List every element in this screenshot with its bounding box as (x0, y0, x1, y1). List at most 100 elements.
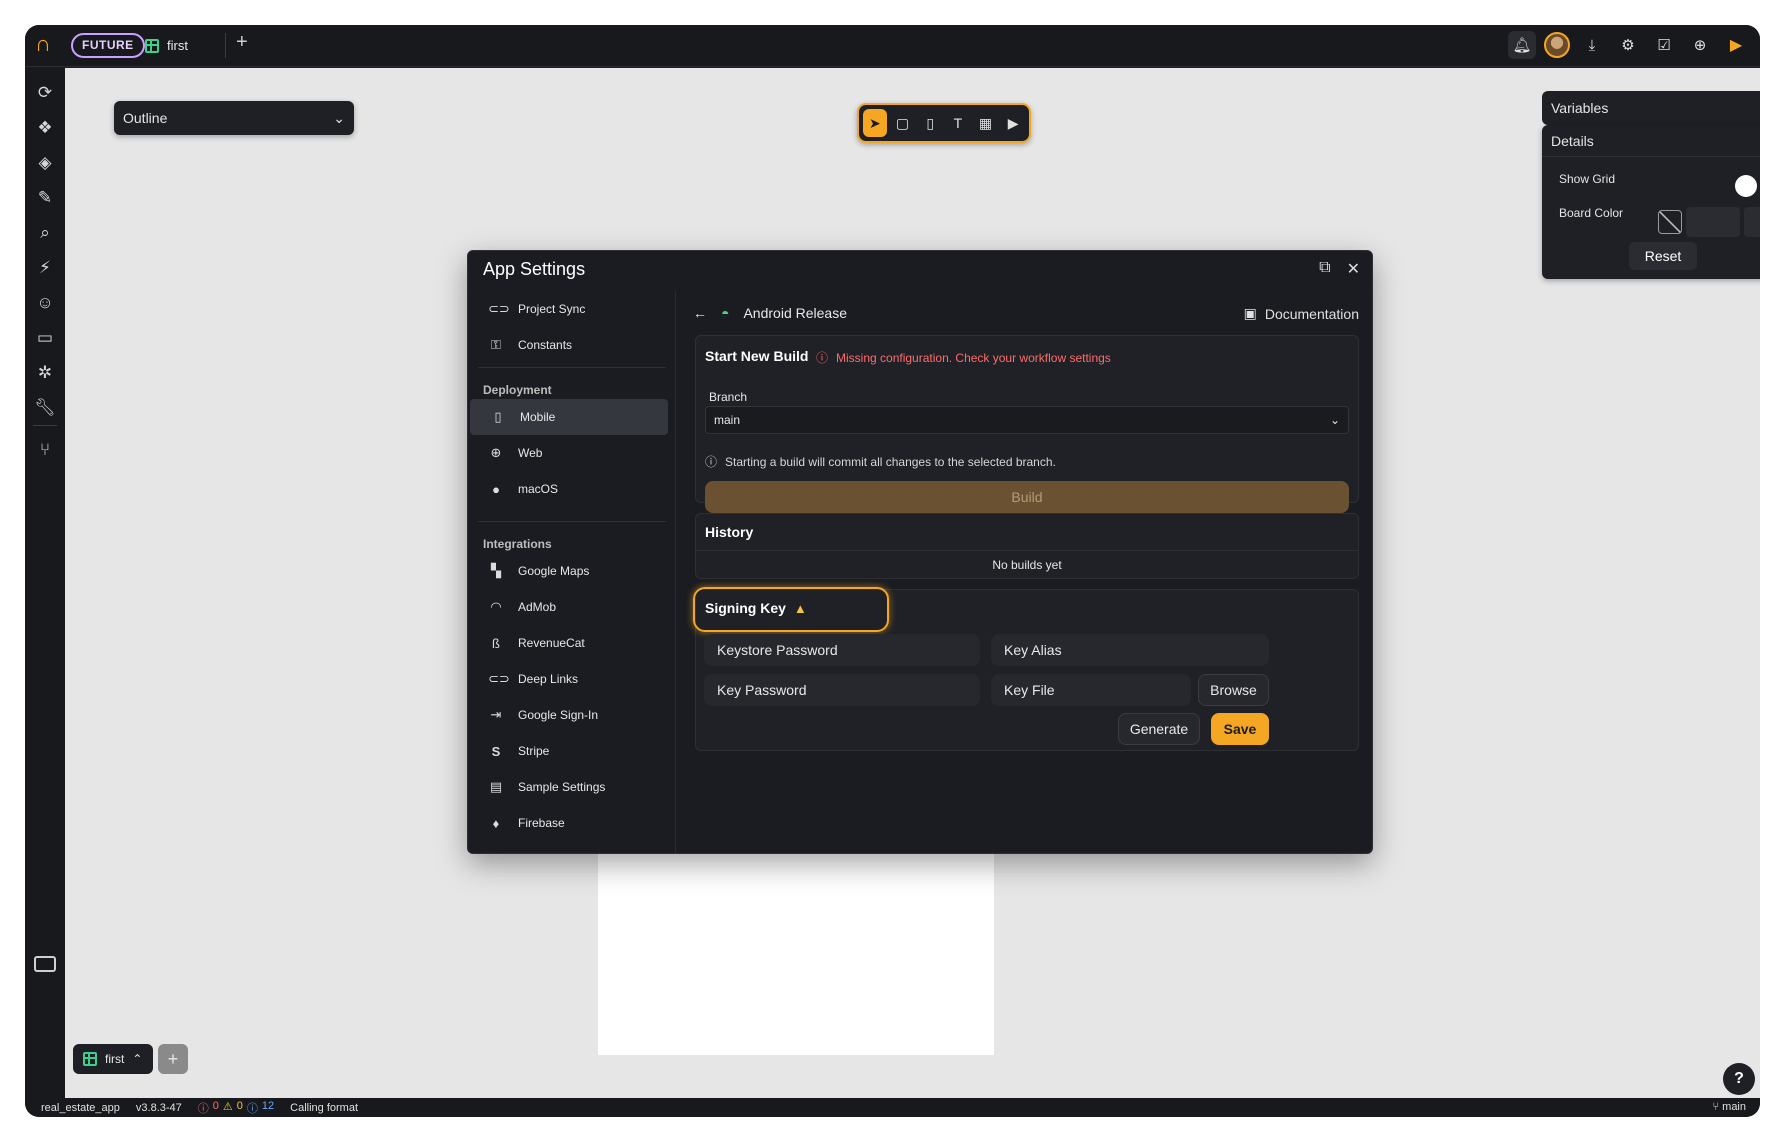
chevron-down-icon: ⌄ (1329, 413, 1340, 427)
build-button[interactable]: Build (705, 481, 1349, 513)
sidebar-item-project-sync[interactable]: ⊂⊃ Project Sync (468, 291, 668, 327)
app-window: ∩ FUTURE first + 🔔︎ ⤓ ⚙ ☑ ⊕ ▶ ⟳ ❖ ◈ ✎ ⌕ … (25, 25, 1760, 1117)
search-icon[interactable]: ⌕ (33, 221, 57, 245)
sidebar-item-admob[interactable]: ◠ AdMob (468, 589, 668, 625)
open-external-icon[interactable]: ⧉ (1319, 259, 1330, 279)
sidebar-item-mobile[interactable]: ▯ Mobile (470, 399, 668, 435)
section-integrations: Integrations (483, 537, 552, 551)
details-header[interactable]: Details ⌃ (1542, 125, 1760, 157)
link-icon: ⊂⊃ (488, 671, 510, 686)
close-icon[interactable]: ✕ (1347, 259, 1360, 279)
sidebar-item-google-sign-in[interactable]: ⇥ Google Sign-In (468, 697, 668, 733)
sidebar-item-revenuecat[interactable]: ß RevenueCat (468, 625, 668, 661)
folder-icon[interactable]: ▭ (33, 326, 57, 350)
git-branch-icon: ⑂ (1712, 1101, 1720, 1113)
canvas[interactable]: Outline ⌄ ➤ ▢ ▯ T ▦ ▶ Variables ⌄ Detail… (65, 68, 1760, 1098)
modal-title: App Settings (483, 259, 586, 279)
key-alias-field[interactable]: Key Alias (991, 634, 1269, 666)
theme-icon[interactable]: ◈ (33, 151, 57, 175)
key-password-field[interactable]: Key Password (704, 674, 980, 706)
frame-tool-icon[interactable]: ▢ (891, 109, 915, 137)
keyboard-icon[interactable] (34, 956, 56, 972)
reset-button[interactable]: Reset (1629, 242, 1697, 270)
pointer-tool-icon[interactable]: ➤ (863, 109, 887, 137)
play-tool-icon[interactable]: ▶ (1001, 109, 1025, 137)
branch-select[interactable]: main ⌄ (705, 406, 1349, 434)
signing-key-card: Signing Key ▲ Keystore Password Key Alia… (693, 587, 1359, 751)
components-icon[interactable]: ❖ (33, 116, 57, 140)
sidebar-item-web[interactable]: ⊕ Web (468, 435, 668, 471)
gear-icon[interactable]: ⚙ (1614, 31, 1642, 59)
outline-dropdown[interactable]: Outline ⌄ (114, 101, 354, 135)
firebase-icon: ♦ (492, 815, 500, 831)
book-icon: ▣ (1243, 305, 1257, 321)
refresh-icon[interactable]: ⟳ (33, 81, 57, 105)
app-logo-icon[interactable]: ∩ (35, 33, 55, 55)
sidebar-item-label: Web (518, 446, 543, 460)
diagnostics[interactable]: ⓘ 0 ⚠ 0 ⓘ 12 (198, 1100, 274, 1116)
top-icons: 🔔︎ ⤓ ⚙ ☑ ⊕ ▶ (1508, 31, 1750, 59)
chevron-down-icon: ⌄ (333, 109, 345, 126)
brush-icon[interactable]: ✎ (33, 186, 57, 210)
top-bar: ∩ FUTURE first + 🔔︎ ⤓ ⚙ ☑ ⊕ ▶ (25, 25, 1760, 67)
sidebar-item-macos[interactable]: ● macOS (468, 471, 668, 507)
future-badge[interactable]: FUTURE (71, 33, 145, 58)
bug-icon[interactable]: ✲ (33, 361, 57, 385)
history-card: History No builds yet (695, 513, 1359, 579)
show-grid-toggle[interactable] (1735, 175, 1757, 197)
sidebar-item-label: Constants (518, 338, 573, 352)
components-tool-icon[interactable]: ▦ (974, 109, 998, 137)
grid-icon (83, 1052, 97, 1066)
back-arrow-icon[interactable]: ← (693, 305, 707, 321)
sidebar-item-stripe[interactable]: S Stripe (468, 733, 668, 769)
info-count: 12 (261, 1099, 275, 1112)
check-icon[interactable]: ☑ (1650, 31, 1678, 59)
board-color-swatch[interactable] (1658, 210, 1682, 234)
add-page-button[interactable]: + (158, 1044, 188, 1074)
browse-button[interactable]: Browse (1198, 674, 1269, 706)
text-tool-icon[interactable]: T (946, 109, 970, 137)
avatar[interactable] (1544, 32, 1570, 58)
help-button[interactable]: ? (1723, 1063, 1755, 1095)
page-tab-first[interactable]: first ⌃ (73, 1044, 153, 1074)
chevron-up-icon: ⌃ (132, 1052, 143, 1066)
board-color-hex-input[interactable] (1686, 207, 1740, 237)
project-name: real_estate_app (41, 1101, 120, 1114)
settings-icon: ▤ (489, 779, 503, 794)
variables-dropdown[interactable]: Variables ⌄ (1542, 91, 1760, 125)
sidebar-item-label: AdMob (518, 600, 557, 614)
variables-label: Variables (1551, 100, 1609, 116)
canvas-toolbar: ➤ ▢ ▯ T ▦ ▶ (857, 103, 1031, 143)
device-tool-icon[interactable]: ▯ (918, 109, 942, 137)
save-button[interactable]: Save (1211, 713, 1269, 745)
keystore-password-field[interactable]: Keystore Password (704, 634, 980, 666)
sidebar-item-google-maps[interactable]: ▚ Google Maps (468, 553, 668, 589)
tab-separator (225, 33, 226, 58)
board-color-opacity-input[interactable] (1744, 207, 1760, 237)
add-tab-button[interactable]: + (236, 31, 248, 54)
status-text: Calling format (290, 1101, 359, 1114)
sidebar-item-deep-links[interactable]: ⊂⊃ Deep Links (468, 661, 668, 697)
play-icon[interactable]: ▶ (1722, 31, 1750, 59)
sidebar-item-sample-settings[interactable]: ▤ Sample Settings (468, 769, 668, 805)
sidebar-divider (478, 521, 666, 522)
wrench-icon[interactable]: 🔧︎ (33, 396, 57, 420)
revenuecat-icon: ß (492, 635, 500, 651)
ai-agent-icon[interactable]: ☺ (33, 291, 57, 315)
tab-first[interactable]: first (145, 33, 188, 58)
show-grid-label: Show Grid (1559, 172, 1616, 186)
android-release-header: ← ◓ Android Release (693, 305, 847, 321)
generate-button[interactable]: Generate (1118, 713, 1200, 745)
documentation-link[interactable]: ▣ Documentation (1244, 305, 1359, 322)
board-preview[interactable] (598, 828, 994, 1055)
merge-icon[interactable]: ⑂ (33, 438, 57, 462)
globe-icon[interactable]: ⊕ (1686, 31, 1714, 59)
branch-indicator[interactable]: ⑂ main (1712, 1101, 1746, 1113)
key-file-field[interactable]: Key File (991, 674, 1191, 706)
lightning-icon[interactable]: ⚡︎ (33, 256, 57, 280)
download-icon[interactable]: ⤓ (1578, 31, 1606, 59)
sidebar-item-firebase[interactable]: ♦ Firebase (468, 805, 668, 841)
no-builds-text: No builds yet (992, 558, 1062, 572)
bell-icon[interactable]: 🔔︎ (1508, 31, 1536, 59)
sidebar-item-constants[interactable]: ⚿ Constants (468, 327, 668, 363)
